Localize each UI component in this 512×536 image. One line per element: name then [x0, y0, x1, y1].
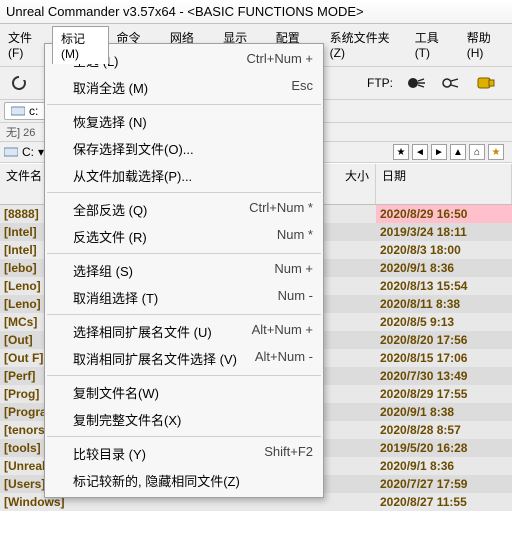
menu-separator: [47, 104, 321, 105]
menu-item[interactable]: 复制完整文件名(X): [45, 406, 323, 433]
cell-date: 2020/9/1 8:38: [376, 403, 512, 421]
menu-item[interactable]: 取消相同扩展名文件选择 (V) Alt+Num -: [45, 345, 323, 372]
bookmark-icon[interactable]: ★: [393, 144, 409, 160]
cell-date: 2019/3/24 18:11: [376, 223, 512, 241]
menu-item-label: 选择相同扩展名文件 (U): [73, 322, 212, 341]
menu-item-shortcut: Ctrl+Num *: [249, 200, 313, 219]
ftp-settings-button[interactable]: [471, 70, 501, 96]
cell-date: 2020/7/27 17:59: [376, 475, 512, 493]
cell-date: 2020/8/28 8:57: [376, 421, 512, 439]
menu-item-label: 反选文件 (R): [73, 227, 147, 246]
menu-item-label: 取消组选择 (T): [73, 288, 158, 307]
menu-item-label: 从文件加载选择(P)...: [73, 166, 192, 185]
cell-date: 2020/8/29 16:50: [376, 205, 512, 223]
window-title: Unreal Commander v3.57x64 - <BASIC FUNCT…: [6, 4, 364, 19]
menu-item-label: 标记较新的, 隐藏相同文件(Z): [73, 471, 240, 490]
menu-separator: [47, 375, 321, 376]
cell-date: 2020/7/30 13:49: [376, 367, 512, 385]
menu-item-label: 取消全选 (M): [73, 78, 148, 97]
title-bar: Unreal Commander v3.57x64 - <BASIC FUNCT…: [0, 0, 512, 24]
menu-item-shortcut: Num +: [274, 261, 313, 280]
panel-tool-icons: ★ ◄ ► ▲ ⌂ ★: [393, 144, 508, 160]
refresh-button[interactable]: [4, 70, 34, 96]
col-header-date[interactable]: 日期: [376, 164, 512, 204]
history-fwd-icon[interactable]: ►: [431, 144, 447, 160]
menu-item-label: 保存选择到文件(O)...: [73, 139, 194, 158]
menu-help[interactable]: 帮助(H): [459, 26, 512, 64]
menu-item[interactable]: 复制文件名(W): [45, 379, 323, 406]
menu-item-label: 取消相同扩展名文件选择 (V): [73, 349, 237, 368]
menu-separator: [47, 436, 321, 437]
cell-date: 2020/8/15 17:06: [376, 349, 512, 367]
history-back-icon[interactable]: ◄: [412, 144, 428, 160]
menu-item[interactable]: 取消全选 (M) Esc: [45, 74, 323, 101]
ftp-connect-button[interactable]: [403, 70, 433, 96]
menu-item[interactable]: 选择相同扩展名文件 (U) Alt+Num +: [45, 318, 323, 345]
ftp-disconnect-button[interactable]: [437, 70, 467, 96]
volume-label: 无] 26: [6, 127, 35, 139]
ftp-label: FTP:: [361, 76, 399, 90]
cell-date: 2020/8/13 15:54: [376, 277, 512, 295]
menu-item[interactable]: 从文件加载选择(P)...: [45, 162, 323, 189]
cell-date: 2020/8/29 17:55: [376, 385, 512, 403]
menu-item[interactable]: 反选文件 (R) Num *: [45, 223, 323, 250]
cell-date: 2020/8/20 17:56: [376, 331, 512, 349]
menu-item[interactable]: 全部反选 (Q) Ctrl+Num *: [45, 196, 323, 223]
up-dir-icon[interactable]: ▲: [450, 144, 466, 160]
menu-system-folders[interactable]: 系统文件夹(Z): [322, 26, 407, 64]
drive-tab-label: c:: [29, 104, 38, 118]
menu-item-shortcut: Esc: [291, 78, 313, 97]
menu-item[interactable]: 保存选择到文件(O)...: [45, 135, 323, 162]
menu-separator: [47, 192, 321, 193]
menu-item-shortcut: Alt+Num -: [255, 349, 313, 368]
cell-date: 2020/8/11 8:38: [376, 295, 512, 313]
menu-item-label: 复制完整文件名(X): [73, 410, 181, 429]
menu-item-label: 比较目录 (Y): [73, 444, 146, 463]
menu-item[interactable]: 恢复选择 (N): [45, 108, 323, 135]
cell-date: 2020/8/3 18:00: [376, 241, 512, 259]
drive-icon: [4, 146, 18, 158]
mark-menu-dropdown: 全选 (L)Ctrl+Num +取消全选 (M)Esc恢复选择 (N)保存选择到…: [44, 43, 324, 498]
menu-tools[interactable]: 工具(T): [407, 26, 459, 64]
root-dir-icon[interactable]: ⌂: [469, 144, 485, 160]
menu-item-shortcut: Num *: [277, 227, 313, 246]
cell-date: 2020/8/5 9:13: [376, 313, 512, 331]
menu-separator: [47, 253, 321, 254]
drive-icon: [11, 105, 25, 117]
drive-tab-c[interactable]: c:: [4, 102, 49, 120]
menu-item-label: 复制文件名(W): [73, 383, 159, 402]
cell-date: 2019/5/20 16:28: [376, 439, 512, 457]
menu-item-shortcut: Ctrl+Num +: [247, 51, 313, 70]
menu-item[interactable]: 选择组 (S) Num +: [45, 257, 323, 284]
menu-item[interactable]: 比较目录 (Y) Shift+F2: [45, 440, 323, 467]
menu-item-shortcut: Num -: [278, 288, 313, 307]
menu-item-label: 恢复选择 (N): [73, 112, 147, 131]
current-drive[interactable]: C:: [22, 145, 34, 159]
menu-item[interactable]: 取消组选择 (T) Num -: [45, 284, 323, 311]
menu-separator: [47, 314, 321, 315]
menu-item[interactable]: 标记较新的, 隐藏相同文件(Z): [45, 467, 323, 494]
cell-date: 2020/9/1 8:36: [376, 457, 512, 475]
cell-date: 2020/9/1 8:36: [376, 259, 512, 277]
favorites-icon[interactable]: ★: [488, 144, 504, 160]
cell-date: 2020/8/27 11:55: [376, 493, 512, 511]
menu-mark[interactable]: 标记(M): [52, 26, 109, 64]
menu-item-shortcut: Alt+Num +: [252, 322, 313, 341]
menu-item-label: 全部反选 (Q): [73, 200, 147, 219]
menu-item-label: 选择组 (S): [73, 261, 133, 280]
menu-item-shortcut: Shift+F2: [264, 444, 313, 463]
